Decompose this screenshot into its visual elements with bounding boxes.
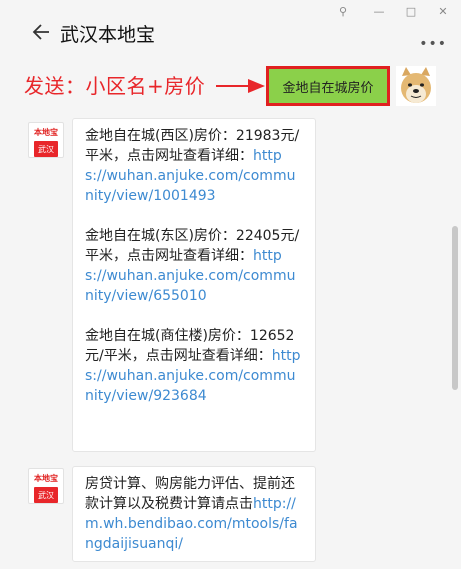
message-bubble: 房贷计算、购房能力评估、提前还款计算以及税费计算请点击http://m.wh.b… <box>72 466 316 562</box>
avatar-top-label: 本地宝 <box>34 127 58 137</box>
close-icon[interactable]: ✕ <box>431 2 455 20</box>
message-bubble: 金地自在城(西区)房价：21983元/平米，点击网址查看详细：https://w… <box>72 118 316 452</box>
page-title: 武汉本地宝 <box>60 24 156 46</box>
avatar-bottom-label: 武汉 <box>34 141 58 157</box>
avatar-top-label: 本地宝 <box>34 473 58 483</box>
avatar[interactable]: 本地宝 武汉 <box>28 122 64 158</box>
doge-face-icon <box>396 66 436 106</box>
scrollbar-thumb[interactable] <box>452 226 458 390</box>
instruction-text: 发送：小区名+房价 <box>24 74 206 98</box>
more-menu-icon[interactable]: ••• <box>419 36 447 52</box>
send-keyword-button[interactable]: 金地自在城房价 <box>266 66 390 106</box>
title-bar: ⚲ — □ ✕ 武汉本地宝 ••• <box>0 0 461 60</box>
message-paragraph: 金地自在城(商住楼)房价：12652元/平米，点击网址查看详细：https://… <box>85 326 303 406</box>
red-arrow-icon <box>216 79 265 93</box>
avatar[interactable]: 本地宝 武汉 <box>28 468 64 504</box>
back-arrow-icon[interactable] <box>30 22 50 42</box>
message-text: 金地自在城(商住楼)房价：12652元/平米，点击网址查看详细： <box>85 328 295 364</box>
message-paragraph: 金地自在城(东区)房价：22405元/平米，点击网址查看详细：https://w… <box>85 226 303 306</box>
message-paragraph: 房贷计算、购房能力评估、提前还款计算以及税费计算请点击http://m.wh.b… <box>85 474 303 554</box>
maximize-icon[interactable]: □ <box>399 2 423 20</box>
pin-icon[interactable]: ⚲ <box>331 2 355 20</box>
avatar-bottom-label: 武汉 <box>34 487 58 503</box>
message-paragraph: 金地自在城(西区)房价：21983元/平米，点击网址查看详细：https://w… <box>85 126 303 206</box>
minimize-icon[interactable]: — <box>367 2 391 20</box>
